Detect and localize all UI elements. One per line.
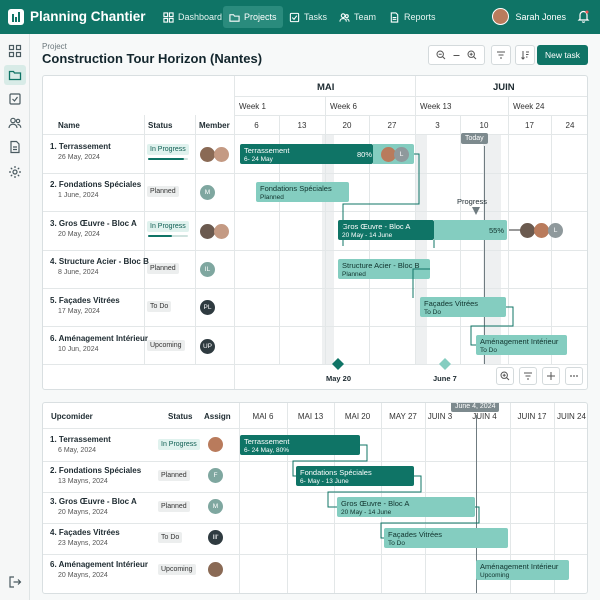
- logout-icon: [9, 576, 22, 588]
- user-avatar: [492, 8, 510, 25]
- sidebar-settings[interactable]: [8, 165, 22, 179]
- filter-button[interactable]: [519, 367, 537, 385]
- document-icon: [10, 140, 20, 154]
- milestone-label: May 20: [326, 374, 352, 383]
- top-bar: Planning Chantier Dashboard Projects Tas…: [0, 0, 600, 34]
- nav-tasks[interactable]: Tasks: [283, 6, 333, 28]
- app-title: Planning Chantier: [30, 9, 146, 24]
- nav-label: Projects: [244, 12, 277, 22]
- filter-icon: [497, 51, 505, 59]
- tasks-icon: [289, 12, 300, 22]
- nav-label: Tasks: [304, 12, 328, 22]
- milestone-label: June 7: [433, 374, 457, 383]
- sidebar-logout[interactable]: [8, 575, 22, 589]
- gear-icon: [9, 166, 21, 178]
- gantt-panel: MAI JUIN Week 1 Week 6 Week 13 Week 24 6…: [42, 75, 588, 390]
- nav-label: Team: [354, 12, 377, 22]
- zoom-out-icon[interactable]: [436, 50, 446, 60]
- sort-button[interactable]: [515, 45, 535, 65]
- filter-button[interactable]: [491, 45, 511, 65]
- move-icon: [547, 372, 555, 380]
- nav-dashboard[interactable]: Dashboard: [157, 6, 228, 28]
- nav-team[interactable]: Team: [333, 6, 382, 28]
- dependency-lines: [292, 444, 480, 539]
- milestone-icon[interactable]: [439, 358, 451, 370]
- upcoming-panel: Upcomider Status Assign MAI 6 MAI 13 MAI…: [42, 402, 588, 594]
- grid-icon: [8, 44, 22, 58]
- zoom-in-icon: [500, 371, 510, 381]
- folder-icon: [229, 13, 240, 22]
- nav-projects[interactable]: Projects: [223, 6, 283, 28]
- zoom-controls: [428, 45, 485, 65]
- team-icon: [339, 12, 350, 22]
- page-title: Construction Tour Horizon (Nantes): [42, 51, 263, 66]
- bell-icon[interactable]: [577, 9, 590, 23]
- zoom-in-icon[interactable]: [467, 50, 477, 60]
- new-task-button[interactable]: New task: [537, 45, 588, 65]
- more-icon: [570, 375, 578, 377]
- minus-icon[interactable]: [452, 51, 461, 60]
- dashboard-icon: [163, 11, 174, 23]
- sidebar-reports[interactable]: [8, 140, 22, 154]
- sort-icon: [521, 51, 529, 60]
- sidebar-team[interactable]: [8, 116, 22, 130]
- sidebar-dashboard[interactable]: [8, 44, 22, 58]
- zoom-button[interactable]: [496, 367, 514, 385]
- main-content: Project Construction Tour Horizon (Nante…: [30, 34, 600, 600]
- move-button[interactable]: [542, 367, 560, 385]
- folder-icon: [8, 70, 22, 81]
- more-button[interactable]: [565, 367, 583, 385]
- checklist-icon: [9, 93, 21, 105]
- team-icon: [8, 117, 22, 129]
- app-logo-icon: [8, 9, 24, 25]
- user-name: Sarah Jones: [515, 11, 566, 22]
- nav-label: Reports: [404, 12, 436, 22]
- milestone-icon[interactable]: [332, 358, 344, 370]
- dependency-lines: [338, 153, 514, 346]
- filter-icon: [524, 372, 532, 380]
- sidebar: [0, 34, 30, 600]
- nav-label: Dashboard: [178, 12, 223, 22]
- user-menu[interactable]: Sarah Jones: [492, 8, 566, 25]
- nav-reports[interactable]: Reports: [383, 6, 442, 28]
- breadcrumb: Project: [42, 42, 67, 51]
- sidebar-tasks[interactable]: [8, 92, 22, 106]
- sidebar-projects[interactable]: [4, 65, 26, 85]
- reports-icon: [390, 11, 399, 23]
